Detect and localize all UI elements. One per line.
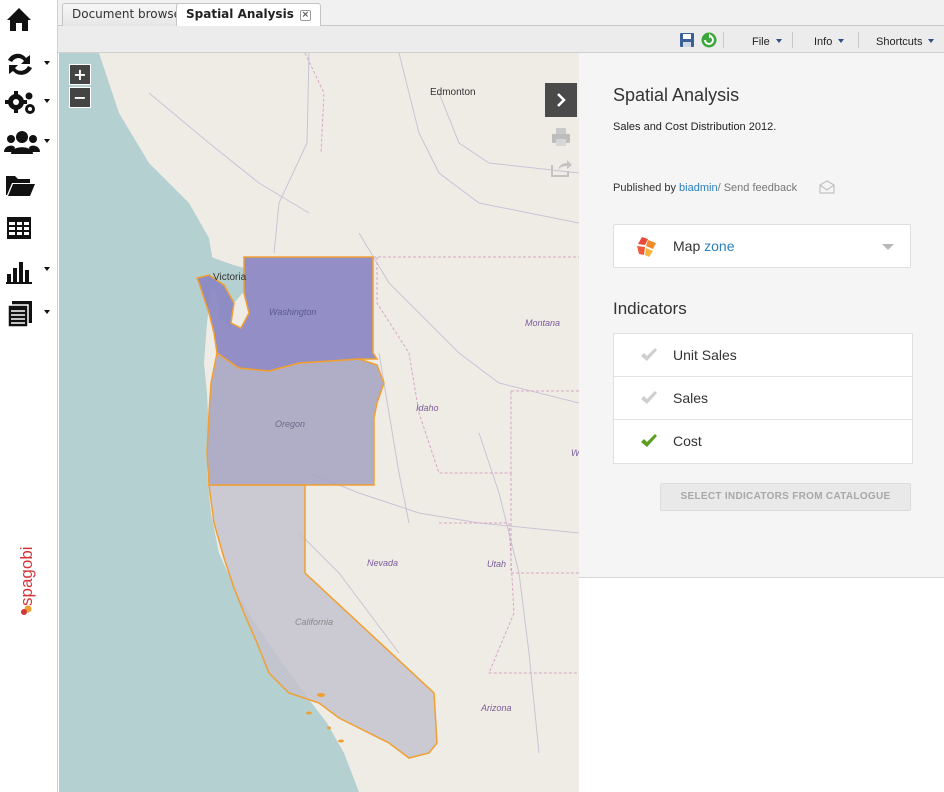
bar-chart-icon bbox=[6, 262, 32, 284]
check-icon bbox=[641, 348, 657, 361]
tab-bar: Document browser Spatial Analysis × bbox=[58, 0, 944, 27]
zoom-in-button[interactable]: + bbox=[69, 64, 91, 85]
label-idaho: Idaho bbox=[416, 403, 439, 413]
label-california: California bbox=[295, 617, 334, 627]
indicator-cost[interactable]: Cost bbox=[614, 420, 912, 463]
file-menu[interactable]: File bbox=[752, 36, 782, 48]
author-link[interactable]: biadmin bbox=[679, 182, 718, 194]
file-menu-label: File bbox=[752, 36, 770, 48]
home-button[interactable] bbox=[4, 2, 54, 36]
published-by: Published by biadmin/ Send feedback bbox=[613, 182, 797, 194]
zoom-out-button[interactable]: − bbox=[69, 87, 91, 108]
indicator-unit-sales[interactable]: Unit Sales bbox=[614, 334, 912, 377]
analytics-menu[interactable] bbox=[4, 254, 54, 288]
table-button[interactable] bbox=[4, 211, 54, 245]
indicators-list: Unit Sales Sales Cost bbox=[613, 333, 913, 464]
share-icon[interactable] bbox=[549, 157, 573, 179]
info-menu-label: Info bbox=[814, 36, 833, 48]
label-wyoming: W bbox=[571, 448, 579, 458]
save-icon[interactable] bbox=[679, 32, 695, 48]
label-montana: Montana bbox=[525, 318, 561, 328]
settings-menu[interactable] bbox=[4, 86, 54, 120]
chevron-down-icon bbox=[882, 244, 894, 250]
table-icon bbox=[7, 217, 31, 239]
info-menu[interactable]: Info bbox=[814, 36, 845, 48]
toolbar-separator bbox=[858, 32, 859, 48]
close-icon[interactable]: × bbox=[299, 10, 311, 21]
map-canvas[interactable] bbox=[59, 53, 579, 792]
users-menu[interactable] bbox=[4, 126, 54, 160]
send-feedback-link[interactable]: Send feedback bbox=[724, 182, 797, 194]
indicator-label: Cost bbox=[673, 433, 702, 449]
arrows-icon bbox=[8, 53, 32, 75]
repository-menu[interactable] bbox=[4, 297, 54, 331]
shortcuts-menu-label: Shortcuts bbox=[876, 36, 923, 48]
map-prefix: Map bbox=[673, 238, 705, 254]
home-icon bbox=[7, 8, 31, 31]
label-oregon: Oregon bbox=[275, 419, 306, 429]
chevron-right-icon bbox=[557, 93, 566, 107]
label-nevada: Nevada bbox=[367, 558, 399, 568]
indicator-label: Sales bbox=[673, 390, 709, 406]
mail-icon[interactable] bbox=[819, 180, 835, 194]
label-washington: Washington bbox=[269, 307, 317, 317]
label-edmonton: Edmonton bbox=[430, 87, 476, 98]
tab-label: Spatial Analysis bbox=[186, 7, 294, 21]
spagobi-logo: spagobi bbox=[10, 518, 44, 618]
map-select-label: Map zone bbox=[673, 238, 734, 254]
indicator-label: Unit Sales bbox=[673, 347, 737, 363]
check-icon bbox=[641, 391, 657, 404]
routing-menu[interactable] bbox=[4, 48, 54, 82]
folder-icon bbox=[6, 176, 35, 196]
documents-button[interactable] bbox=[4, 168, 54, 202]
indicators-heading: Indicators bbox=[613, 299, 687, 318]
map-type-select[interactable]: Map zone bbox=[613, 224, 911, 268]
panel-title: Spatial Analysis bbox=[613, 85, 740, 105]
toolbar-separator bbox=[792, 32, 793, 48]
select-indicators-catalogue-button[interactable]: SELECT INDICATORS FROM CATALOGUE bbox=[660, 483, 911, 511]
documents-icon bbox=[7, 301, 32, 328]
label-arizona: Arizona bbox=[481, 703, 512, 713]
indicator-sales[interactable]: Sales bbox=[614, 377, 912, 420]
analysis-panel: Spatial Analysis Sales and Cost Distribu… bbox=[579, 53, 944, 578]
panel-subtitle: Sales and Cost Distribution 2012. bbox=[613, 121, 777, 133]
tab-label: Document browser bbox=[72, 7, 186, 21]
label-utah: Utah bbox=[487, 559, 507, 569]
print-icon[interactable] bbox=[549, 126, 573, 148]
map-value: zone bbox=[704, 238, 735, 254]
map-view[interactable]: + − Edmonton Victoria Washington Oregon … bbox=[59, 53, 579, 792]
published-by-label: Published by bbox=[613, 182, 680, 194]
brand-label: spagobi bbox=[17, 546, 36, 606]
toolbar-separator bbox=[723, 32, 724, 48]
left-sidebar: spagobi bbox=[0, 0, 58, 792]
tab-spatial-analysis[interactable]: Spatial Analysis × bbox=[176, 3, 321, 27]
map-zone-icon bbox=[637, 237, 656, 257]
users-icon bbox=[4, 131, 40, 154]
check-icon bbox=[641, 434, 657, 447]
refresh-icon[interactable] bbox=[701, 32, 717, 48]
label-victoria: Victoria bbox=[213, 272, 247, 283]
document-toolbar: File Info Shortcuts bbox=[58, 26, 944, 53]
gears-icon bbox=[5, 91, 35, 114]
toggle-panel-button[interactable] bbox=[545, 83, 577, 117]
shortcuts-menu[interactable]: Shortcuts bbox=[876, 36, 935, 48]
